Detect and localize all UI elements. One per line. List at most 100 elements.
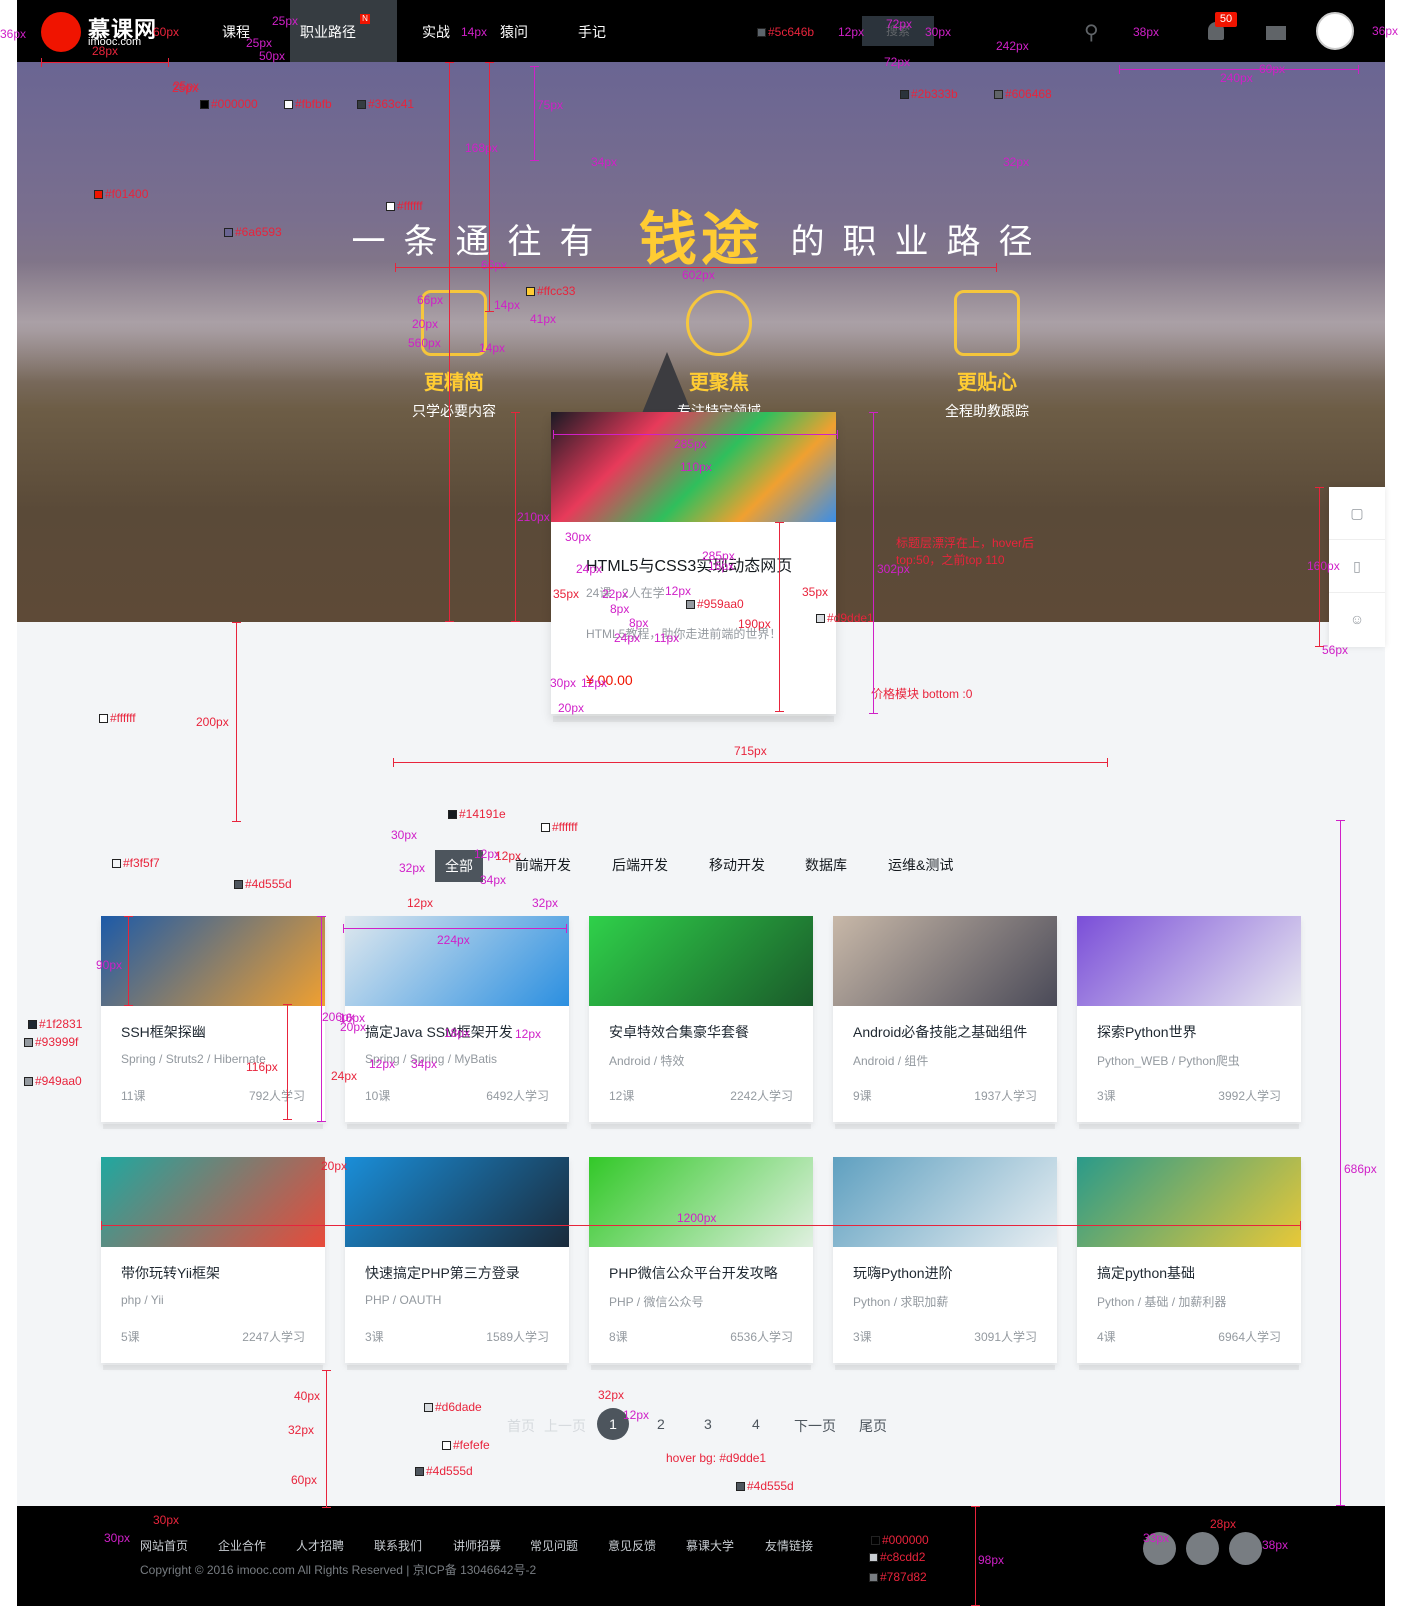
- spec-dimension-label: 20px: [558, 701, 585, 715]
- spec-dimension-label: 12px: [407, 896, 434, 910]
- course-card-footer: 11课 792人学习: [121, 1087, 305, 1104]
- spec-note: hover bg: #d9dde1: [666, 1451, 767, 1465]
- spec-dimension-label: 190px: [738, 617, 771, 631]
- course-card[interactable]: 快速搞定PHP第三方登录 PHP / OAUTH 3课 1589人学习: [345, 1157, 569, 1363]
- course-card[interactable]: 带你玩转Yii框架 php / Yii 5课 2247人学习: [101, 1157, 325, 1363]
- tab-database[interactable]: 数据库: [805, 855, 847, 875]
- footer-link-business[interactable]: 企业合作: [218, 1537, 266, 1554]
- footer-link-home[interactable]: 网站首页: [140, 1537, 188, 1554]
- course-card-image: [101, 1157, 325, 1247]
- spec-color-swatch: [94, 190, 103, 199]
- course-card-footer: 12课 2242人学习: [609, 1087, 793, 1104]
- spec-dimension-label: 12px: [495, 849, 522, 863]
- smile-icon[interactable]: ☺: [1329, 593, 1385, 646]
- spec-color-swatch: [994, 90, 1003, 99]
- course-card[interactable]: SSH框架探幽 Spring / Struts2 / Hibernate 11课 79…: [101, 916, 325, 1122]
- pagination-page-3[interactable]: 3: [704, 1416, 712, 1432]
- mail-icon[interactable]: [1266, 26, 1286, 40]
- featured-course-title: HTML5与CSS3实现动态网页: [586, 558, 793, 575]
- spec-color-swatch: [357, 100, 366, 109]
- course-card[interactable]: 安卓特效合集豪华套餐 Android / 特效 12课 2242人学习: [589, 916, 813, 1122]
- spec-color-label: #4d555d: [736, 1480, 794, 1492]
- footer-link-contact[interactable]: 联系我们: [374, 1537, 422, 1554]
- footer-link-university[interactable]: 慕课大学: [686, 1537, 734, 1554]
- spec-measure-line: [553, 430, 838, 439]
- feedback-icon[interactable]: ▢: [1329, 487, 1385, 540]
- pagination-last[interactable]: 尾页: [859, 1416, 887, 1436]
- course-students-count: 6964人学习: [1218, 1330, 1281, 1344]
- course-card-image: [833, 1157, 1057, 1247]
- spec-measure-line: [869, 412, 878, 714]
- spec-color-value: #ffffff: [552, 820, 578, 834]
- spec-dimension-label: 24px: [576, 562, 603, 576]
- spec-color-label: #5c646b: [757, 26, 814, 38]
- spec-color-swatch: [442, 1441, 451, 1450]
- spec-color-label: #c8cdd2: [869, 1551, 925, 1563]
- logo-flame-icon[interactable]: [41, 12, 81, 52]
- course-card-tags: Python_WEB / Python爬虫: [1097, 1054, 1240, 1068]
- course-card-title: SSH框架探幽: [121, 1024, 206, 1040]
- feature-focus: 更聚焦 专注特定领域: [629, 290, 809, 421]
- course-card[interactable]: 搞定python基础 Python / 基础 / 加薪利器 4课 6964人学习: [1077, 1157, 1301, 1363]
- spec-dimension-label: 12px: [581, 676, 608, 690]
- spec-dimension-label: 25px: [173, 79, 200, 93]
- spec-color-label: #fefefe: [442, 1439, 490, 1451]
- course-card-footer: 3课 1589人学习: [365, 1328, 549, 1345]
- spec-color-swatch: [757, 28, 766, 37]
- spec-dimension-label: 12px: [515, 1027, 542, 1041]
- spec-dimension-label: 24px: [331, 1069, 358, 1083]
- spec-color-value: #606468: [1005, 87, 1052, 101]
- user-avatar[interactable]: [1316, 12, 1354, 50]
- course-card-image: [833, 916, 1057, 1006]
- course-card-footer: 3课 3091人学习: [853, 1328, 1037, 1345]
- spec-dimension-label: 25px: [246, 36, 273, 50]
- footer-link-feedback[interactable]: 意见反馈: [608, 1537, 656, 1554]
- course-card[interactable]: PHP微信公众平台开发攻略 PHP / 微信公众号 8课 6536人学习: [589, 1157, 813, 1363]
- search-icon[interactable]: ⚲: [1084, 20, 1099, 45]
- pagination-page-2[interactable]: 2: [657, 1416, 665, 1432]
- nav-item-career-path[interactable]: 职业路径: [300, 22, 356, 42]
- spec-color-swatch: [386, 202, 395, 211]
- spec-color-value: #f01400: [105, 187, 149, 201]
- course-card-footer: 5课 2247人学习: [121, 1328, 305, 1345]
- footer-link-friends[interactable]: 友情链接: [765, 1537, 813, 1554]
- tab-ops-test[interactable]: 运维&测试: [888, 855, 953, 875]
- tab-frontend[interactable]: 前端开发: [515, 855, 571, 875]
- course-card-image: [1077, 1157, 1301, 1247]
- nav-item-notes[interactable]: 手记: [578, 22, 606, 42]
- footer-link-jobs[interactable]: 人才招聘: [296, 1537, 344, 1554]
- course-card-title: 玩嗨Python进阶: [853, 1265, 953, 1281]
- card-stack-shadow: [553, 716, 834, 722]
- weibo-icon[interactable]: [1186, 1532, 1219, 1565]
- spec-dimension-label: 60px: [291, 1473, 318, 1487]
- course-card-title: 探索Python世界: [1097, 1024, 1197, 1040]
- pagination-page-4[interactable]: 4: [752, 1416, 760, 1432]
- course-card[interactable]: 探索Python世界 Python_WEB / Python爬虫 3课 3992人学习: [1077, 916, 1301, 1122]
- course-card[interactable]: Android必备技能之基础组件 Android / 组件 9课 1937人学习: [833, 916, 1057, 1122]
- spec-dimension-label: 30px: [153, 1513, 180, 1527]
- course-lessons-count: 3课: [1097, 1089, 1116, 1103]
- nav-new-badge: N: [360, 14, 370, 24]
- tab-backend[interactable]: 后端开发: [612, 855, 668, 875]
- pagination-first[interactable]: 首页: [507, 1416, 535, 1436]
- spec-dimension-label: 30px: [104, 1531, 131, 1545]
- spec-color-value: #fefefe: [453, 1438, 490, 1452]
- featured-course-price: ¥ 00.00: [586, 672, 633, 688]
- spec-dimension-label: 242px: [996, 39, 1029, 53]
- spec-dimension-label: 168px: [465, 141, 498, 155]
- course-card[interactable]: 玩嗨Python进阶 Python / 求职加薪 3课 3091人学习: [833, 1157, 1057, 1363]
- nav-item-qa[interactable]: 猿问: [500, 22, 528, 42]
- footer-link-teachers[interactable]: 讲师招募: [453, 1537, 501, 1554]
- footer-link-faq[interactable]: 常见问题: [530, 1537, 578, 1554]
- spec-note: 标题层漂浮在上，hover后 top:50，之前top 110: [896, 536, 1035, 567]
- course-card-tags: PHP / 微信公众号: [609, 1295, 704, 1309]
- tab-mobile[interactable]: 移动开发: [709, 855, 765, 875]
- spec-color-swatch: [686, 600, 695, 609]
- qq-icon[interactable]: [1229, 1532, 1262, 1565]
- spec-color-value: #fbfbfb: [295, 97, 332, 111]
- nav-item-practice[interactable]: 实战: [422, 22, 450, 42]
- pagination-prev[interactable]: 上一页: [544, 1416, 586, 1436]
- spec-dimension-label: 1200px: [677, 1211, 717, 1225]
- pagination-next[interactable]: 下一页: [794, 1416, 836, 1436]
- footer: [17, 1506, 1385, 1606]
